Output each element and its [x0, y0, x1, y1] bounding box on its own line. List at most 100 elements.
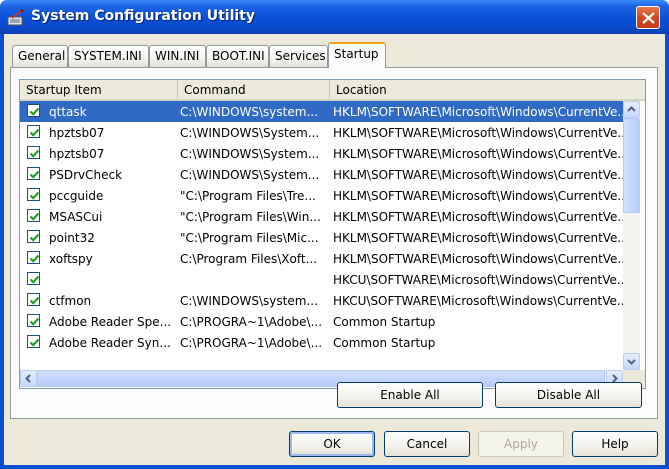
- tab-label: General: [18, 49, 66, 63]
- cell-startup-item: MSASCui: [49, 210, 103, 224]
- cell-command: C:\WINDOWS\System...: [180, 147, 320, 161]
- checkmark-icon: [29, 149, 40, 158]
- help-button[interactable]: Help: [572, 431, 658, 457]
- cell-startup-item: hpztsb07: [49, 126, 105, 140]
- tab-services[interactable]: Services: [269, 45, 328, 67]
- table-row[interactable]: hpztsb07 C:\WINDOWS\System... HKLM\SOFTWAR…: [20, 122, 623, 143]
- ok-button[interactable]: OK: [289, 431, 375, 457]
- cell-location: HKLM\SOFTWARE\Microsoft\Windows\CurrentV…: [333, 147, 623, 161]
- cell-command: C:\WINDOWS\System...: [180, 126, 320, 140]
- table-row[interactable]: xoftspy C:\Program Files\Xoft... HKLM\SOFT…: [20, 248, 623, 269]
- tab-startup[interactable]: Startup: [328, 42, 386, 68]
- chevron-up-icon: [627, 106, 636, 112]
- cell-location: HKCU\SOFTWARE\Microsoft\Windows\CurrentV…: [333, 273, 623, 287]
- column-header-location[interactable]: Location: [330, 80, 645, 99]
- cell-startup-item: hpztsb07: [49, 147, 105, 161]
- disable-all-button[interactable]: Disable All: [495, 382, 642, 408]
- checkmark-icon: [29, 338, 40, 347]
- table-row[interactable]: ctfmon C:\WINDOWS\system... HKCU\SOFTWARE\…: [20, 290, 623, 311]
- table-row[interactable]: Adobe Reader Syn... C:\PROGRA~1\Adobe\...…: [20, 332, 623, 353]
- cell-command: C:\WINDOWS\system...: [180, 105, 318, 119]
- tab-system-ini[interactable]: SYSTEM.INI: [68, 45, 149, 67]
- table-row[interactable]: point32 "C:\Program Files\Mic... HKLM\SOFT…: [20, 227, 623, 248]
- cell-startup-item: Adobe Reader Syn...: [49, 336, 171, 350]
- tab-label: BOOT.INI: [212, 49, 265, 63]
- window-title: System Configuration Utility: [31, 8, 255, 24]
- enable-all-button[interactable]: Enable All: [337, 382, 483, 408]
- cell-startup-item: qttask: [49, 105, 87, 119]
- cell-command: "C:\Program Files\Tre...: [180, 189, 316, 203]
- scroll-up-button[interactable]: [623, 101, 640, 118]
- startup-item-checkbox[interactable]: [27, 251, 40, 264]
- table-row[interactable]: Adobe Reader Spe... C:\PROGRA~1\Adobe\...…: [20, 311, 623, 332]
- dialog-body: General SYSTEM.INI WIN.INI BOOT.INI Serv…: [4, 34, 665, 465]
- checkmark-icon: [29, 275, 40, 284]
- close-icon: [642, 12, 655, 24]
- system-configuration-window: System Configuration Utility General SYS…: [0, 0, 669, 469]
- tab-label: Startup: [334, 47, 379, 61]
- vertical-scroll-thumb[interactable]: [623, 118, 640, 213]
- tab-boot-ini[interactable]: BOOT.INI: [206, 45, 269, 67]
- table-row[interactable]: HKCU\SOFTWARE\Microsoft\Windows\CurrentV…: [20, 269, 623, 290]
- startup-item-checkbox[interactable]: [27, 335, 40, 348]
- column-header-command[interactable]: Command: [178, 80, 330, 99]
- table-row[interactable]: qttask C:\WINDOWS\system... HKLM\SOFTWARE\…: [20, 101, 623, 122]
- cell-command: C:\Program Files\Xoft...: [180, 252, 318, 266]
- startup-item-checkbox[interactable]: [27, 209, 40, 222]
- cell-command: C:\WINDOWS\system...: [180, 294, 318, 308]
- startup-item-checkbox[interactable]: [27, 293, 40, 306]
- startup-item-checkbox[interactable]: [27, 314, 40, 327]
- checkmark-icon: [29, 233, 40, 242]
- startup-item-checkbox[interactable]: [27, 125, 40, 138]
- table-row[interactable]: MSASCui "C:\Program Files\Win... HKLM\SOFT…: [20, 206, 623, 227]
- checkmark-icon: [29, 296, 40, 305]
- cell-location: HKLM\SOFTWARE\Microsoft\Windows\CurrentV…: [333, 168, 623, 182]
- cancel-button[interactable]: Cancel: [384, 431, 470, 457]
- cell-location: HKLM\SOFTWARE\Microsoft\Windows\CurrentV…: [333, 105, 623, 119]
- vertical-scrollbar[interactable]: [623, 101, 640, 370]
- startup-item-checkbox[interactable]: [27, 167, 40, 180]
- startup-item-checkbox[interactable]: [27, 104, 40, 117]
- cell-location: HKLM\SOFTWARE\Microsoft\Windows\CurrentV…: [333, 210, 623, 224]
- checkmark-icon: [29, 212, 40, 221]
- cell-startup-item: PSDrvCheck: [49, 168, 123, 182]
- startup-items-list[interactable]: Startup Item Command Location qttask C:\W…: [19, 79, 646, 389]
- cell-startup-item: pccguide: [49, 189, 104, 203]
- checkmark-icon: [29, 128, 40, 137]
- close-button[interactable]: [636, 6, 660, 29]
- table-row[interactable]: PSDrvCheck C:\WINDOWS\System... HKLM\SOFTW…: [20, 164, 623, 185]
- startup-item-checkbox[interactable]: [27, 272, 40, 285]
- cell-location: HKCU\SOFTWARE\Microsoft\Windows\CurrentV…: [333, 294, 623, 308]
- scroll-left-button[interactable]: [20, 370, 37, 387]
- checkmark-icon: [29, 191, 40, 200]
- cell-location: HKLM\SOFTWARE\Microsoft\Windows\CurrentV…: [333, 189, 623, 203]
- tab-label: SYSTEM.INI: [74, 49, 142, 63]
- tab-label: Services: [275, 49, 326, 63]
- cell-location: Common Startup: [333, 336, 436, 350]
- startup-item-checkbox[interactable]: [27, 230, 40, 243]
- cell-startup-item: xoftspy: [49, 252, 93, 266]
- cell-command: C:\PROGRA~1\Adobe\...: [180, 315, 323, 329]
- column-header-startup-item[interactable]: Startup Item: [20, 80, 178, 99]
- list-header: Startup Item Command Location: [20, 80, 645, 101]
- scroll-down-button[interactable]: [623, 353, 640, 370]
- checkmark-icon: [29, 107, 40, 116]
- table-row[interactable]: hpztsb07 C:\WINDOWS\System... HKLM\SOFTWAR…: [20, 143, 623, 164]
- cell-command: "C:\Program Files\Mic...: [180, 231, 319, 245]
- cell-startup-item: Adobe Reader Spe...: [49, 315, 172, 329]
- cell-command: C:\WINDOWS\System...: [180, 168, 320, 182]
- tab-general[interactable]: General: [12, 45, 68, 67]
- tab-win-ini[interactable]: WIN.INI: [149, 45, 206, 67]
- startup-item-checkbox[interactable]: [27, 188, 40, 201]
- checkmark-icon: [29, 254, 40, 263]
- cell-command: C:\PROGRA~1\Adobe\...: [180, 336, 323, 350]
- title-bar[interactable]: System Configuration Utility: [0, 0, 669, 34]
- startup-item-checkbox[interactable]: [27, 146, 40, 159]
- cell-command: "C:\Program Files\Win...: [180, 210, 321, 224]
- cell-location: HKLM\SOFTWARE\Microsoft\Windows\CurrentV…: [333, 231, 623, 245]
- table-row[interactable]: pccguide "C:\Program Files\Tre... HKLM\SOF…: [20, 185, 623, 206]
- apply-button[interactable]: Apply: [478, 431, 564, 457]
- cell-location: HKLM\SOFTWARE\Microsoft\Windows\CurrentV…: [333, 126, 623, 140]
- cell-startup-item: ctfmon: [49, 294, 92, 308]
- msconfig-app-icon: [7, 9, 24, 26]
